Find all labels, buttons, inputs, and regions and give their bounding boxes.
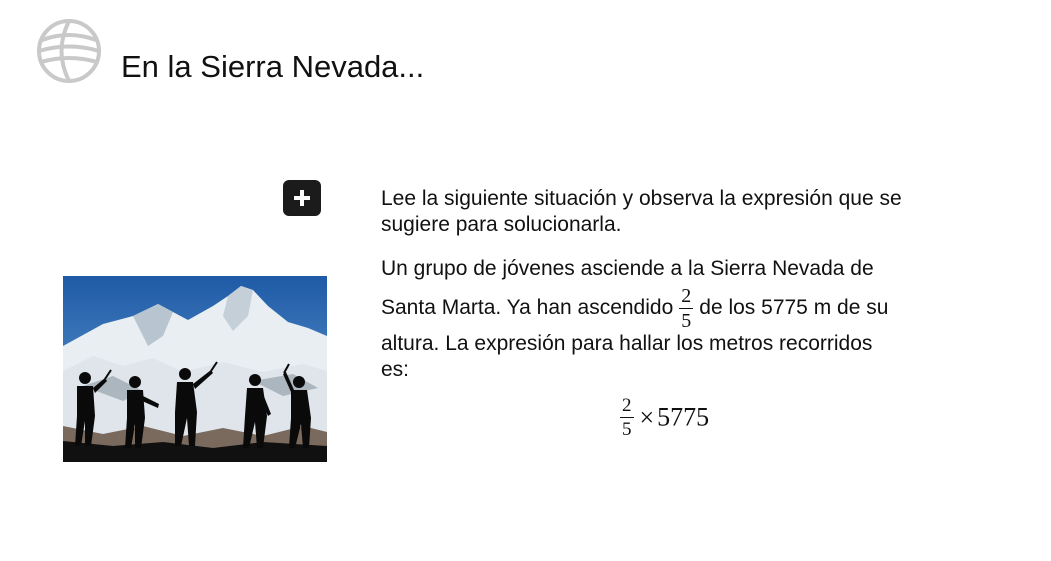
formula-numerator: 2 xyxy=(620,395,634,418)
climbers-photo xyxy=(63,276,327,462)
problem-line-4: es: xyxy=(381,358,410,381)
problem-line-2: Santa Marta. Ya han ascendido 2 5 de los 57… xyxy=(381,286,981,331)
times-operator: × xyxy=(639,402,655,432)
text-block: Lee la siguiente situación y observa la … xyxy=(381,186,981,383)
inline-fraction: 25 xyxy=(679,285,694,332)
fraction-numerator: 2 xyxy=(679,285,694,309)
problem-line-3: altura. La expresión para hallar los met… xyxy=(381,332,873,355)
problem-line-2-before: Santa Marta. Ya han ascendido xyxy=(381,296,674,320)
globe-logo-icon xyxy=(37,19,101,83)
plus-icon xyxy=(294,190,310,206)
formula-number: 5775 xyxy=(657,402,710,432)
page-title: En la Sierra Nevada... xyxy=(121,49,425,84)
problem-line-2-after: de los 5775 m de su xyxy=(699,296,889,320)
intro-text: Lee la siguiente situación y observa la … xyxy=(381,187,902,236)
fraction-denominator: 5 xyxy=(681,310,692,332)
formula-fraction: 25 xyxy=(620,396,634,439)
formula-denominator: 5 xyxy=(622,419,632,440)
page: En la Sierra Nevada... Lee la siguiente … xyxy=(0,0,1051,561)
problem-text: Un grupo de jóvenes asciende a la Sierra… xyxy=(381,256,981,383)
problem-line-1: Un grupo de jóvenes asciende a la Sierra… xyxy=(381,257,874,280)
expand-button[interactable] xyxy=(283,180,321,216)
formula-expression: 2 5 × 5775 xyxy=(620,396,709,439)
